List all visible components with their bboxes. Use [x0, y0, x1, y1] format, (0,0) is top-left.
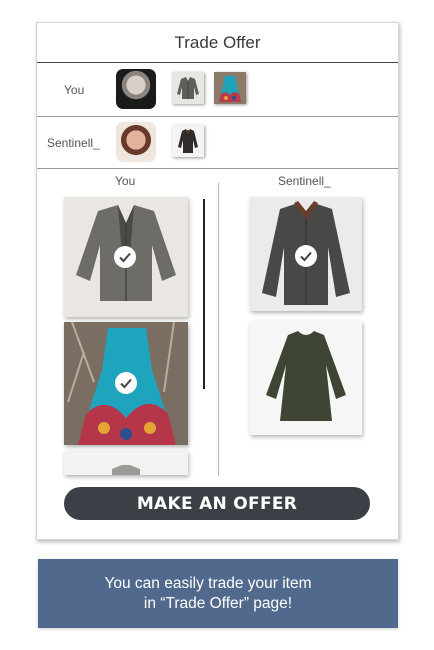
- banner-line-2: in “Trade Offer” page!: [143, 594, 293, 612]
- dress-thumb-image: [214, 72, 246, 104]
- avatar-other[interactable]: [116, 122, 156, 162]
- column-divider: [218, 183, 219, 476]
- olive-blouse-image: [250, 321, 362, 435]
- item-card-you-partial[interactable]: [64, 451, 188, 475]
- banner-line-1: You can easily trade your item: [104, 574, 312, 592]
- grey-item-image: [64, 451, 188, 475]
- selected-check-icon: [114, 246, 136, 268]
- item-list-scrollbar[interactable]: [203, 199, 205, 389]
- column-label-you: You: [115, 174, 136, 188]
- requested-thumb-jacket[interactable]: [172, 125, 204, 157]
- selected-check-icon: [115, 372, 137, 394]
- party-name-you: You: [64, 83, 85, 97]
- make-offer-button[interactable]: MAKE AN OFFER: [64, 487, 370, 520]
- column-label-other: Sentinell_: [278, 174, 331, 188]
- selected-check-icon: [295, 245, 317, 267]
- item-card-you-dress[interactable]: [64, 322, 188, 445]
- page-title: Trade Offer: [37, 23, 398, 63]
- item-card-you-jacket[interactable]: [64, 197, 188, 317]
- info-banner: You can easily trade your item in “Trade…: [38, 559, 398, 628]
- item-card-other-blouse[interactable]: [250, 321, 362, 435]
- party-row-other: Sentinell_: [37, 116, 398, 169]
- avatar-you[interactable]: [116, 69, 156, 109]
- party-row-you: You: [37, 64, 398, 116]
- dark-jacket-thumb-image: [172, 125, 204, 157]
- trade-offer-card: Trade Offer You Sentinell_ You Sentinell…: [36, 22, 399, 540]
- party-name-other: Sentinell_: [47, 136, 100, 150]
- jacket-thumb-image: [172, 72, 204, 104]
- offered-thumb-dress[interactable]: [214, 72, 246, 104]
- offered-thumb-jacket[interactable]: [172, 72, 204, 104]
- item-card-other-jacket[interactable]: [250, 197, 362, 311]
